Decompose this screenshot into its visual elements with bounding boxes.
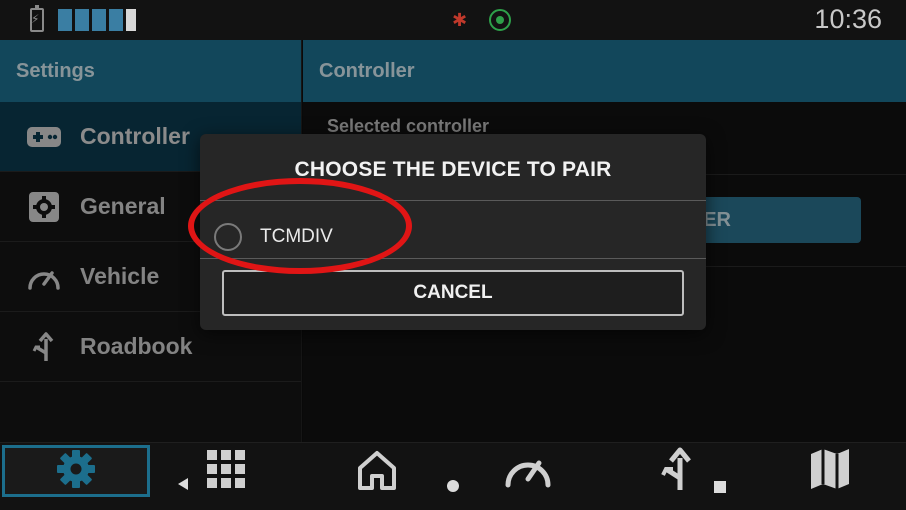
home-icon <box>355 448 399 497</box>
status-center: ✱ <box>452 8 512 32</box>
route-icon <box>658 446 696 497</box>
cancel-button[interactable]: CANCEL <box>222 270 684 316</box>
map-icon <box>808 446 852 497</box>
bottom-nav <box>0 442 906 510</box>
roadbook-button[interactable] <box>656 447 698 495</box>
settings-icon <box>54 447 98 496</box>
status-clock: 10:36 <box>814 4 882 34</box>
recents-button[interactable] <box>712 480 728 499</box>
gps-icon <box>489 9 512 31</box>
vehicle-dashboard-button[interactable] <box>500 449 556 495</box>
home-dot-button[interactable] <box>446 479 460 498</box>
back-button[interactable] <box>176 477 190 496</box>
status-bar: ✱ 10:36 <box>0 0 906 40</box>
apps-grid-icon <box>206 449 246 494</box>
recents-icon <box>713 480 727 499</box>
map-button[interactable] <box>806 447 854 495</box>
status-left <box>30 5 136 32</box>
nav-settings-button[interactable] <box>2 445 150 497</box>
bluetooth-off-icon: ✱ <box>452 10 468 30</box>
home-button[interactable] <box>352 449 402 495</box>
battery-charging-icon <box>30 5 44 32</box>
back-icon <box>176 477 190 496</box>
speedometer-icon <box>502 449 554 496</box>
apps-button[interactable] <box>204 449 248 493</box>
home-dot-icon <box>446 479 460 498</box>
highlight-annotation <box>188 178 412 274</box>
signal-icon <box>58 9 136 31</box>
